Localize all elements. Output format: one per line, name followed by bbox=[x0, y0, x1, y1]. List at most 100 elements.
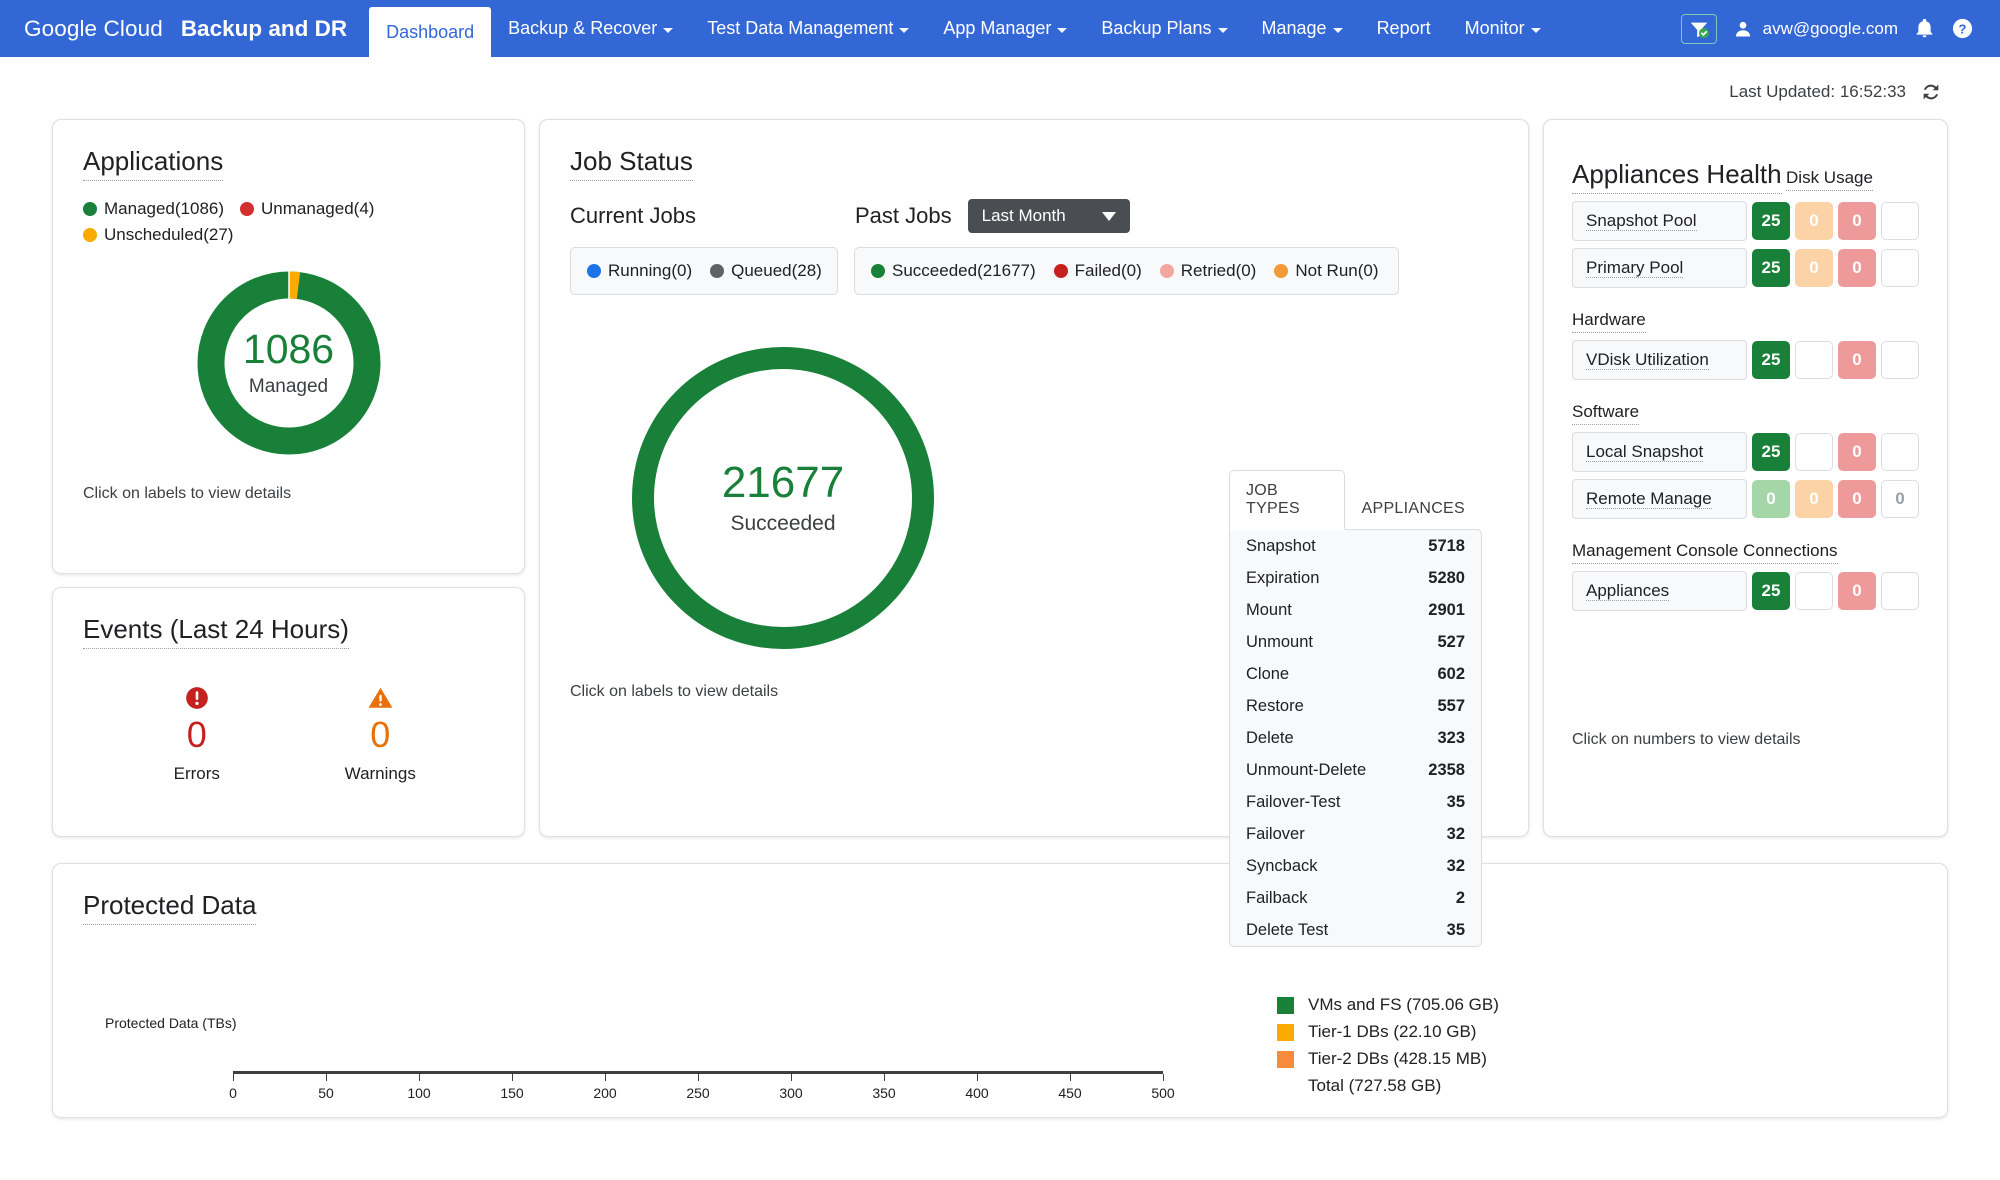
user-account[interactable]: avw@google.com bbox=[1733, 19, 1898, 39]
job-table-tabs: JOB TYPES APPLIANCES bbox=[1229, 470, 1482, 530]
events-errors[interactable]: 0 Errors bbox=[105, 685, 289, 784]
nav-item-manage[interactable]: Manage bbox=[1245, 0, 1360, 57]
brand-logo[interactable]: Google Cloud Backup and DR bbox=[0, 0, 347, 57]
health-cell-white[interactable]: 0 bbox=[1881, 480, 1919, 518]
table-row[interactable]: Mount 2901 bbox=[1230, 594, 1481, 626]
health-cell-orange[interactable]: 0 bbox=[1795, 249, 1833, 287]
table-row[interactable]: Expiration 5280 bbox=[1230, 562, 1481, 594]
job-type-count: 557 bbox=[1437, 696, 1465, 715]
job-type-name: Restore bbox=[1246, 696, 1304, 715]
legend-swatch-tier1 bbox=[1277, 1023, 1294, 1041]
health-cell-red[interactable]: 0 bbox=[1838, 341, 1876, 379]
job-type-count: 323 bbox=[1437, 728, 1465, 747]
health-cell-green[interactable]: 25 bbox=[1752, 341, 1790, 379]
chevron-down-icon bbox=[663, 27, 674, 33]
table-row[interactable]: Delete Test 35 bbox=[1230, 914, 1481, 946]
health-cell-green[interactable]: 25 bbox=[1752, 572, 1790, 610]
current-jobs-label: Current Jobs bbox=[570, 203, 696, 228]
axis-tick bbox=[977, 1074, 978, 1081]
health-cell-red[interactable]: 0 bbox=[1838, 202, 1876, 240]
legend-item-retried[interactable]: Retried(0) bbox=[1159, 261, 1256, 281]
nav-item-dashboard[interactable]: Dashboard bbox=[369, 7, 492, 57]
legend-dot-queued bbox=[710, 264, 725, 278]
job-type-name: Snapshot bbox=[1246, 536, 1316, 555]
health-row-remote-manage: Remote Manage 0 0 0 0 bbox=[1572, 479, 1919, 519]
health-cell-empty[interactable] bbox=[1881, 249, 1919, 287]
table-row[interactable]: Syncback 32 bbox=[1230, 850, 1481, 882]
applications-donut-chart[interactable]: 1086 Managed bbox=[83, 263, 494, 463]
protected-data-axis: 0 50 100 150 200 250 300 350 400 450 500 bbox=[229, 1071, 1263, 1101]
health-label-text: Appliances bbox=[1586, 581, 1670, 601]
applications-card: Applications Managed(1086) Unmanaged(4) … bbox=[52, 119, 525, 574]
nav-label: App Manager bbox=[943, 18, 1052, 38]
nav-item-backup-plans[interactable]: Backup Plans bbox=[1084, 0, 1244, 57]
filter-check-icon[interactable] bbox=[1680, 13, 1717, 44]
table-row[interactable]: Clone 602 bbox=[1230, 658, 1481, 690]
health-cell-orange[interactable]: 0 bbox=[1795, 202, 1833, 240]
health-label: Local Snapshot bbox=[1572, 432, 1747, 472]
health-cell-green[interactable]: 25 bbox=[1752, 249, 1790, 287]
legend-item-total: Total (727.58 GB) bbox=[1277, 1076, 1499, 1096]
table-row[interactable]: Snapshot 5718 bbox=[1230, 530, 1481, 562]
legend-item-unscheduled[interactable]: Unscheduled(27) bbox=[83, 225, 494, 245]
table-row[interactable]: Failover 32 bbox=[1230, 818, 1481, 850]
tab-appliances[interactable]: APPLIANCES bbox=[1345, 488, 1482, 530]
filter-funnel-glyph bbox=[1690, 22, 1709, 38]
help-question-icon[interactable]: ? bbox=[1951, 17, 1974, 40]
table-row[interactable]: Restore 557 bbox=[1230, 690, 1481, 722]
time-range-dropdown[interactable]: Last Month bbox=[967, 199, 1130, 233]
events-warnings[interactable]: 0 Warnings bbox=[289, 685, 473, 784]
health-cell-empty[interactable] bbox=[1881, 433, 1919, 471]
legend-item-unmanaged[interactable]: Unmanaged(4) bbox=[240, 199, 374, 219]
health-cell-empty[interactable] bbox=[1795, 341, 1833, 379]
table-row[interactable]: Delete 323 bbox=[1230, 722, 1481, 754]
axis-tick bbox=[884, 1074, 885, 1081]
table-row[interactable]: Unmount 527 bbox=[1230, 626, 1481, 658]
job-status-title: Job Status bbox=[570, 146, 693, 181]
nav-item-monitor[interactable]: Monitor bbox=[1448, 0, 1558, 57]
health-cell-green[interactable]: 25 bbox=[1752, 433, 1790, 471]
notifications-bell-icon[interactable] bbox=[1914, 18, 1935, 39]
health-cell-red[interactable]: 0 bbox=[1838, 480, 1876, 518]
legend-label: Unscheduled(27) bbox=[104, 225, 234, 244]
legend-item-tier2-dbs[interactable]: Tier-2 DBs (428.15 MB) bbox=[1277, 1049, 1499, 1069]
tab-job-types[interactable]: JOB TYPES bbox=[1229, 470, 1345, 530]
nav-item-app-manager[interactable]: App Manager bbox=[926, 0, 1084, 57]
health-cell-empty[interactable] bbox=[1881, 572, 1919, 610]
legend-item-succeeded[interactable]: Succeeded(21677) bbox=[871, 261, 1036, 281]
health-cell-empty[interactable] bbox=[1881, 341, 1919, 379]
chevron-down-icon bbox=[1101, 211, 1116, 221]
health-cell-red[interactable]: 0 bbox=[1838, 433, 1876, 471]
health-cell-empty[interactable] bbox=[1795, 433, 1833, 471]
health-cell-green[interactable]: 25 bbox=[1752, 202, 1790, 240]
past-jobs-label: Past Jobs bbox=[855, 203, 952, 228]
errors-label: Errors bbox=[173, 764, 220, 783]
legend-item-vms-fs[interactable]: VMs and FS (705.06 GB) bbox=[1277, 995, 1499, 1015]
legend-item-managed[interactable]: Managed(1086) bbox=[83, 199, 224, 219]
nav-item-report[interactable]: Report bbox=[1360, 0, 1448, 57]
health-cell-empty[interactable] bbox=[1795, 572, 1833, 610]
health-cell-red[interactable]: 0 bbox=[1838, 572, 1876, 610]
legend-item-failed[interactable]: Failed(0) bbox=[1053, 261, 1142, 281]
table-row[interactable]: Clean Up Mirroring 946 bbox=[1230, 946, 1481, 947]
job-type-name: Failback bbox=[1246, 888, 1308, 907]
protected-data-title: Protected Data bbox=[83, 890, 257, 925]
events-title: Events (Last 24 Hours) bbox=[83, 614, 349, 649]
nav-items: Dashboard Backup & Recover Test Data Man… bbox=[369, 0, 1558, 57]
refresh-icon[interactable] bbox=[1920, 81, 1942, 103]
legend-item-tier1-dbs[interactable]: Tier-1 DBs (22.10 GB) bbox=[1277, 1022, 1499, 1042]
axis-tick-label: 50 bbox=[318, 1085, 334, 1101]
table-row[interactable]: Failover-Test 35 bbox=[1230, 786, 1481, 818]
health-cell-green[interactable]: 0 bbox=[1752, 480, 1790, 518]
health-cell-empty[interactable] bbox=[1881, 202, 1919, 240]
table-row[interactable]: Unmount-Delete 2358 bbox=[1230, 754, 1481, 786]
job-types-list[interactable]: Snapshot 5718 Expiration 5280 Mount 2901… bbox=[1229, 529, 1482, 947]
legend-item-running[interactable]: Running(0) bbox=[587, 261, 692, 281]
table-row[interactable]: Failback 2 bbox=[1230, 882, 1481, 914]
nav-item-test-data-management[interactable]: Test Data Management bbox=[690, 0, 926, 57]
health-cell-red[interactable]: 0 bbox=[1838, 249, 1876, 287]
legend-item-queued[interactable]: Queued(28) bbox=[710, 261, 822, 281]
nav-item-backup-recover[interactable]: Backup & Recover bbox=[491, 0, 690, 57]
legend-item-not-run[interactable]: Not Run(0) bbox=[1274, 261, 1379, 281]
health-cell-orange[interactable]: 0 bbox=[1795, 480, 1833, 518]
